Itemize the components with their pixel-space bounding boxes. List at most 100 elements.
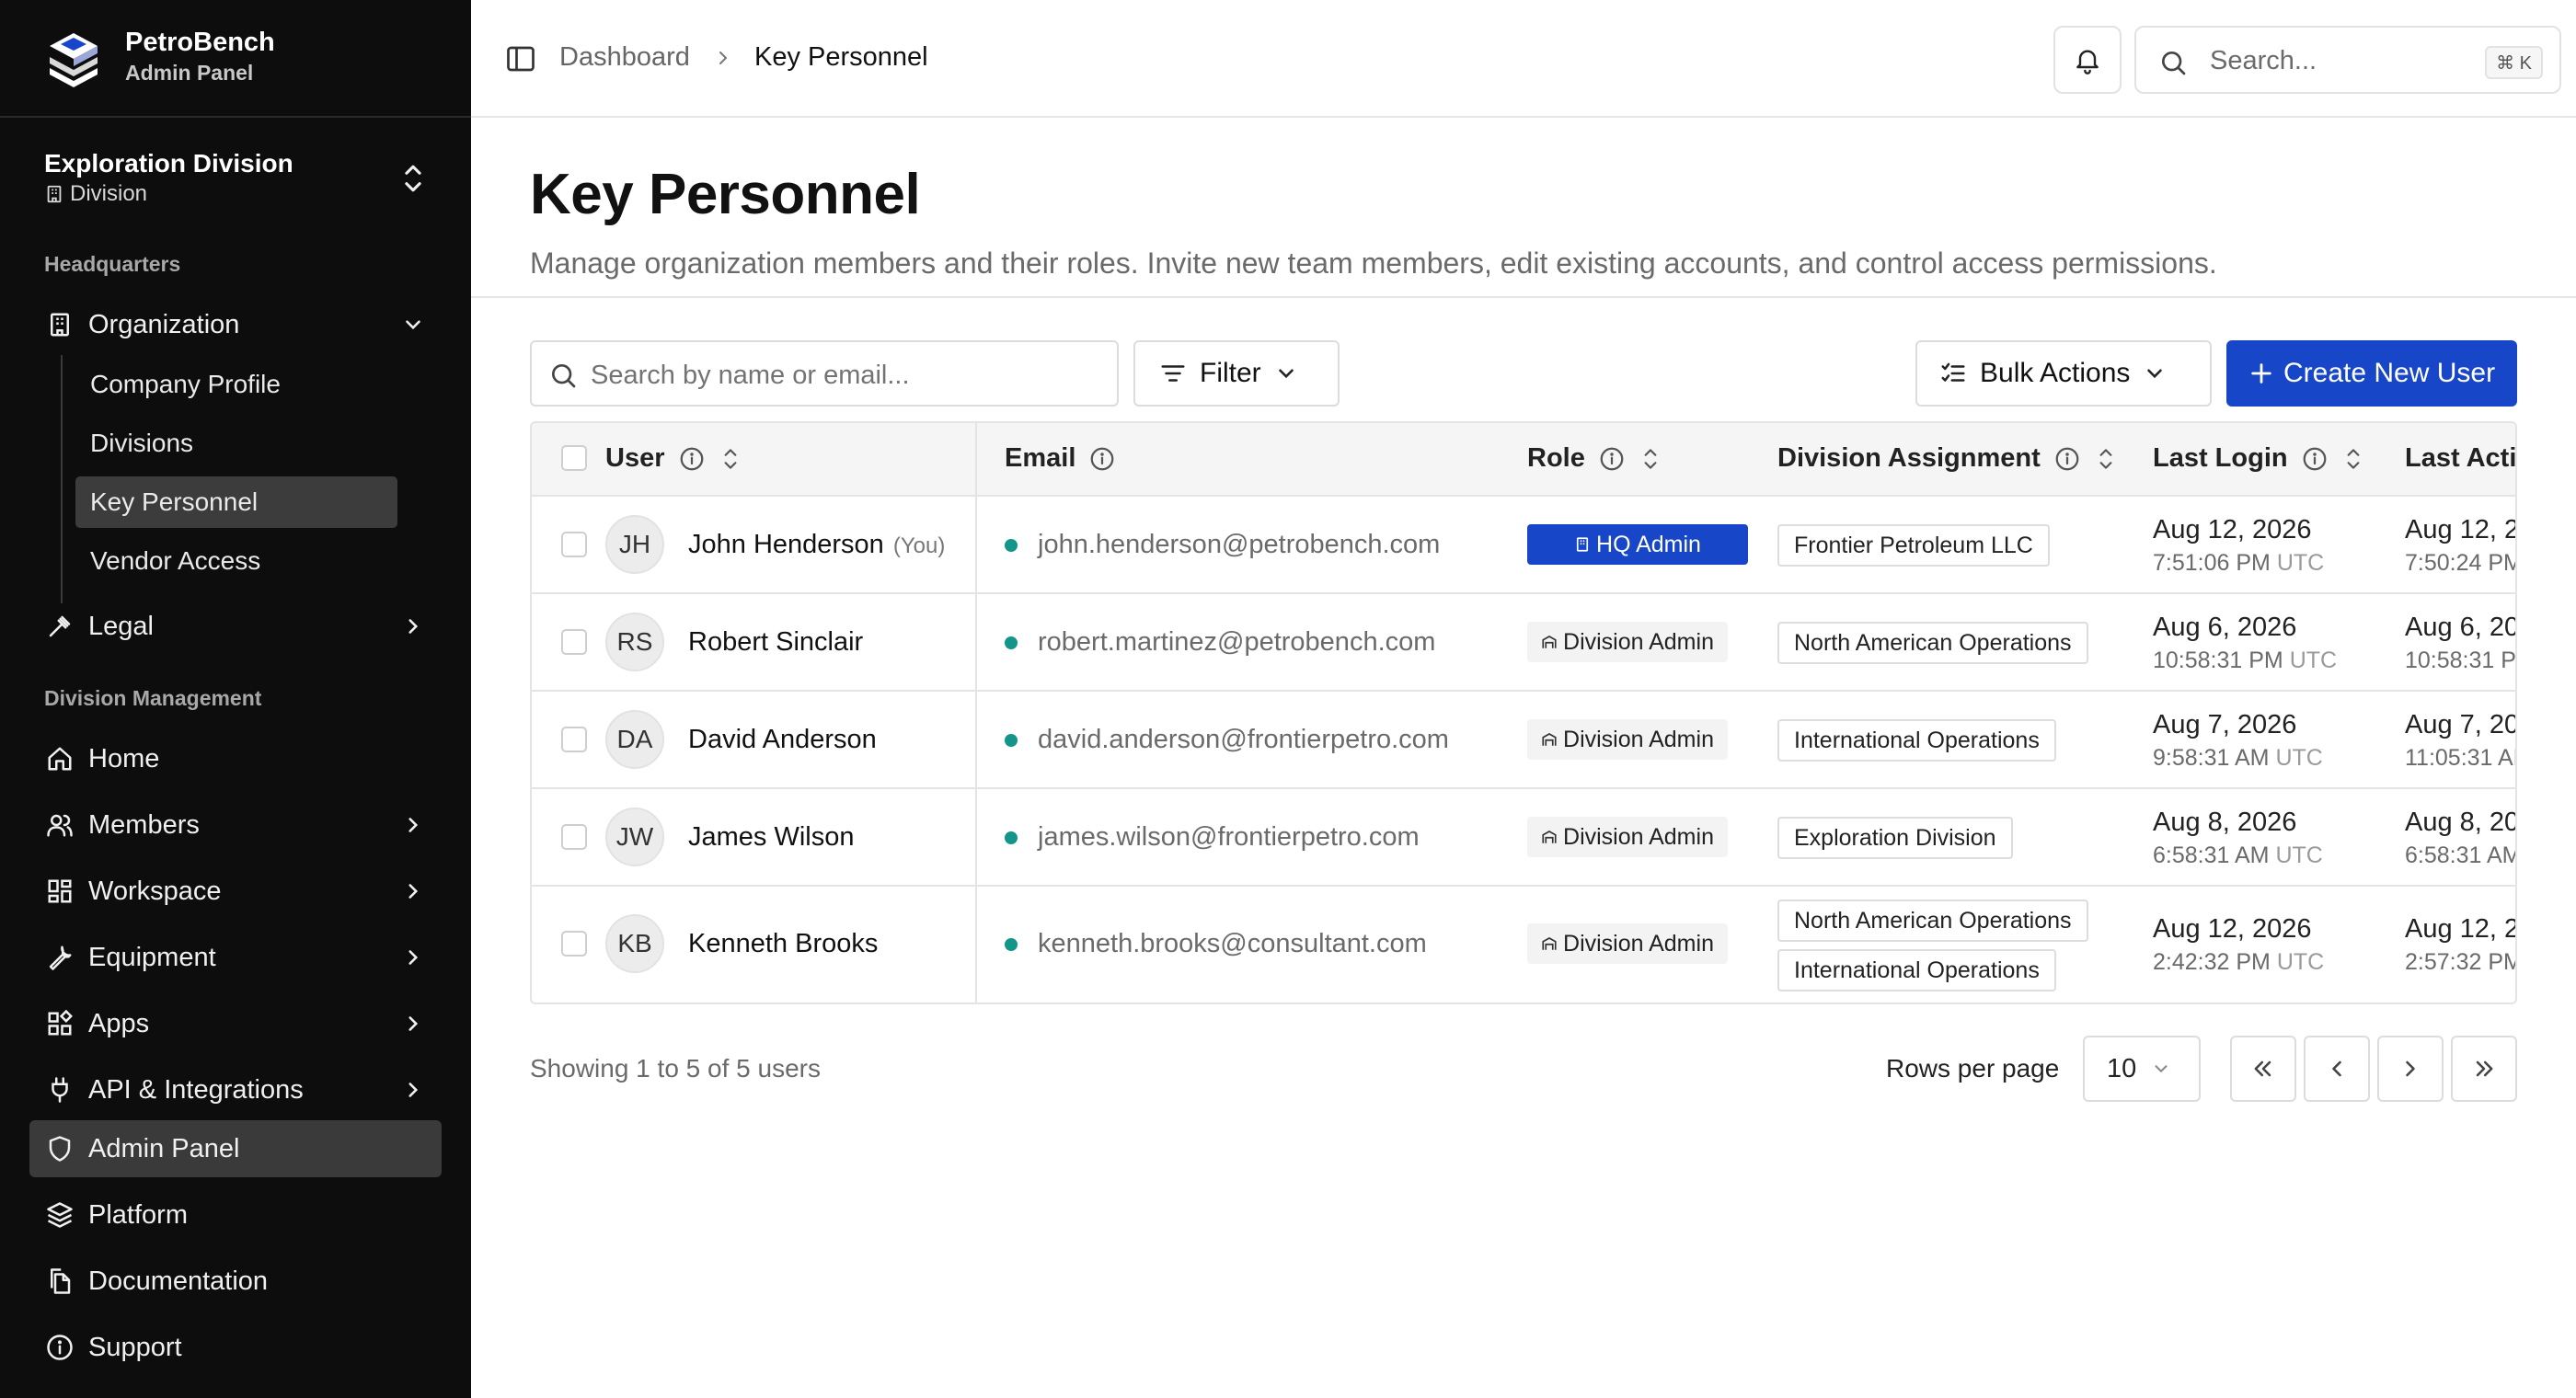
user-name[interactable]: John Henderson (You) (688, 530, 945, 560)
last-login-date: Aug 12, 2026 (2153, 914, 2312, 944)
avatar: DA (605, 710, 664, 769)
user-email: robert.martinez@petrobench.com (1005, 627, 1435, 658)
column-header-email: Email (1005, 443, 1116, 474)
user-name[interactable]: Kenneth Brooks (688, 929, 878, 959)
last-page-button[interactable] (2451, 1036, 2517, 1102)
avatar: KB (605, 914, 664, 973)
sidebar-item-admin-panel[interactable]: Admin Panel (29, 1120, 442, 1177)
create-new-user-button[interactable]: Create New User (2226, 340, 2517, 407)
last-activity-time: 10:58:31 PM (2405, 647, 2516, 673)
last-login-date: Aug 8, 2026 (2153, 808, 2297, 837)
filter-button[interactable]: Filter (1133, 340, 1340, 407)
sidebar-item-members[interactable]: Members (29, 796, 442, 854)
previous-page-button[interactable] (2304, 1036, 2370, 1102)
table-row[interactable]: JW James Wilson james.wilson@frontierpet… (532, 789, 2515, 887)
sidebar-subitem-divisions[interactable]: Divisions (75, 418, 397, 469)
row-checkbox[interactable] (561, 727, 587, 752)
rows-per-page-select[interactable]: 10 (2083, 1036, 2201, 1102)
table-row[interactable]: DA David Anderson david.anderson@frontie… (532, 692, 2515, 789)
chevrons-up-down-icon[interactable] (397, 160, 429, 197)
sidebar-item-platform[interactable]: Platform (29, 1186, 442, 1243)
division-tag: North American Operations (1777, 900, 2088, 942)
warehouse-icon (1542, 831, 1557, 843)
sidebar-item-equipment[interactable]: Equipment (29, 929, 442, 986)
info-icon[interactable] (1088, 445, 1116, 473)
user-search-placeholder: Search by name or email... (591, 361, 910, 390)
division-tag: International Operations (1777, 719, 2056, 762)
column-header-last-activity[interactable]: Last Activity (2405, 443, 2515, 474)
select-all-checkbox[interactable] (561, 445, 587, 471)
sidebar-toggle-icon[interactable] (504, 42, 537, 75)
layers-icon (44, 1199, 75, 1231)
info-icon[interactable] (2053, 445, 2081, 473)
sidebar-item-api-integrations[interactable]: API & Integrations (29, 1061, 442, 1118)
submenu-guide-line (61, 355, 63, 603)
sidebar-item-workspace[interactable]: Workspace (29, 863, 442, 920)
row-checkbox[interactable] (561, 532, 587, 557)
plus-icon (2251, 363, 2271, 384)
breadcrumb-dashboard[interactable]: Dashboard (559, 42, 690, 73)
division-tag: Exploration Division (1777, 817, 2013, 859)
user-name[interactable]: James Wilson (688, 822, 855, 853)
column-header-division-assignment[interactable]: Division Assignment (1777, 443, 2118, 474)
sidebar: PetroBench Admin Panel Exploration Divis… (0, 0, 471, 1398)
row-checkbox[interactable] (561, 824, 587, 850)
column-header-role[interactable]: Role (1527, 443, 1662, 474)
sidebar-item-support[interactable]: Support (29, 1319, 442, 1376)
sidebar-item-home[interactable]: Home (29, 730, 442, 787)
sort-icon[interactable] (719, 445, 742, 473)
bulk-actions-button[interactable]: Bulk Actions (1915, 340, 2212, 407)
notifications-button[interactable] (2053, 26, 2122, 94)
filter-lines-icon (1161, 365, 1185, 382)
shield-icon (44, 1133, 75, 1164)
sort-icon[interactable] (1639, 445, 1662, 473)
workspace-name[interactable]: Exploration Division (44, 149, 293, 178)
table-row[interactable]: RS Robert Sinclair robert.martinez@petro… (532, 594, 2516, 692)
column-header-user[interactable]: User (605, 443, 742, 474)
sidebar-item-apps[interactable]: Apps (29, 995, 442, 1052)
sidebar-subitem-company-profile[interactable]: Company Profile (75, 359, 397, 410)
row-checkbox[interactable] (561, 629, 587, 655)
global-search[interactable]: Search... ⌘ K (2134, 26, 2561, 94)
division-tag: Frontier Petroleum LLC (1777, 524, 2050, 567)
current-user-badge: (You) (892, 533, 946, 558)
row-checkbox[interactable] (561, 931, 587, 957)
sidebar-item-organization[interactable]: Organization (29, 296, 442, 353)
document-copy-icon (44, 1266, 75, 1297)
sort-icon[interactable] (2341, 445, 2365, 473)
sort-icon[interactable] (2094, 445, 2118, 473)
building-icon (47, 185, 62, 203)
user-name[interactable]: David Anderson (688, 725, 877, 755)
sidebar-subitem-key-personnel[interactable]: Key Personnel (75, 476, 397, 528)
status-dot (1005, 538, 1018, 552)
plug-icon (44, 1074, 75, 1106)
table-row[interactable]: JH John Henderson (You) john.henderson@pe… (532, 497, 2515, 594)
column-header-last-login[interactable]: Last Login (2153, 443, 2365, 474)
chevron-left-icon (2332, 1060, 2341, 1077)
section-headquarters: Headquarters (44, 252, 181, 276)
sidebar-item-label: Documentation (88, 1266, 269, 1296)
sidebar-item-label: Home (88, 743, 160, 773)
avatar: JH (605, 515, 664, 574)
next-page-button[interactable] (2377, 1036, 2444, 1102)
first-page-button[interactable] (2230, 1036, 2296, 1102)
last-login-time: 9:58:31 AM UTC (2153, 745, 2323, 771)
role-badge: HQ Admin (1527, 524, 1748, 565)
warehouse-icon (1542, 937, 1557, 950)
role-badge: Division Admin (1527, 622, 1728, 662)
info-icon[interactable] (2301, 445, 2329, 473)
sidebar-subitem-vendor-access[interactable]: Vendor Access (75, 535, 397, 587)
sidebar-item-label: API & Integrations (88, 1074, 304, 1105)
sidebar-item-documentation[interactable]: Documentation (29, 1253, 442, 1310)
info-icon[interactable] (1598, 445, 1626, 473)
user-search-input[interactable]: Search by name or email... (530, 340, 1119, 407)
status-dot (1005, 831, 1018, 844)
sidebar-item-legal[interactable]: Legal (29, 598, 442, 655)
info-icon[interactable] (678, 445, 706, 473)
table-row[interactable]: KB Kenneth Brooks kenneth.brooks@consult… (532, 887, 2515, 1003)
chevron-right-icon (401, 813, 425, 837)
chevron-down-icon (2155, 1065, 2168, 1073)
layers-logo-icon[interactable] (40, 26, 107, 92)
status-dot (1005, 636, 1018, 649)
user-name[interactable]: Robert Sinclair (688, 627, 863, 658)
